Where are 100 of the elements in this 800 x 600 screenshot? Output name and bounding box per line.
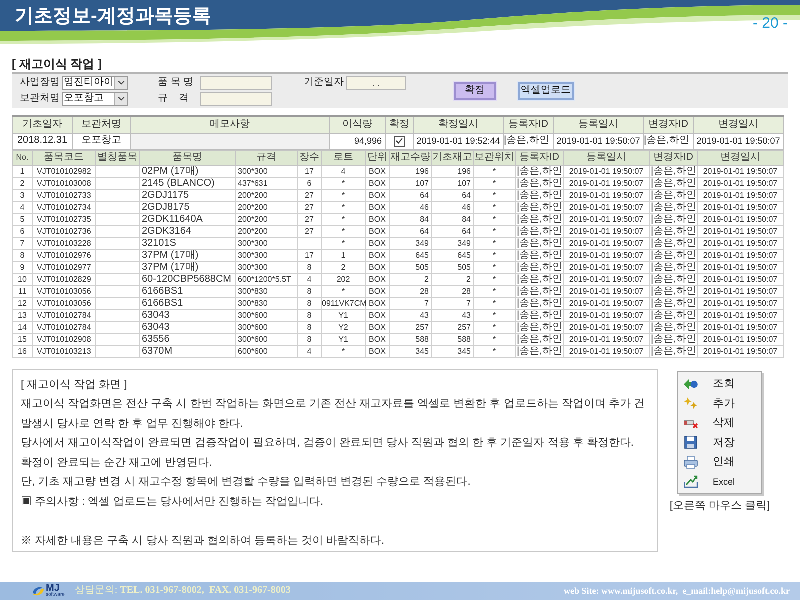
column-header: 로트 xyxy=(322,150,366,165)
column-header: 등록자ID xyxy=(504,116,554,133)
date-field[interactable]: . . xyxy=(346,76,406,90)
table-cell: 2019-01-01 19:50:07 xyxy=(554,133,644,149)
table-cell: |송은,하인 xyxy=(516,177,564,189)
table-cell: 63043 xyxy=(140,321,236,333)
column-header: 품목명 xyxy=(140,150,236,165)
table-cell: 37PM (17매) xyxy=(140,261,236,273)
column-header: 기초재고 xyxy=(432,150,474,165)
table-cell: 2019-01-01 19:50:07 xyxy=(698,177,784,189)
field-label: 보관처명 xyxy=(20,92,61,106)
page-number: - 20 - xyxy=(752,15,788,33)
table-cell: 64 xyxy=(390,225,432,237)
menu-item[interactable]: 저장 xyxy=(678,433,761,452)
description-text: 단, 기초 재고량 변경 시 재고수정 항목에 변경할 수량을 입력하면 변경된 수량으로 적용된다. xyxy=(21,475,472,490)
description-text: 재고이식 작업화면은 전산 구축 시 한번 작업하는 화면으로 기존 전산 재고자료를 엑셀로 변환한 후 업로드하는 작업이며 추가 건 발생시 당사로 연락 한 후 업무 진행해야 한다. xyxy=(21,397,646,432)
table-cell: BOX xyxy=(366,237,390,249)
table-cell: 2019-01-01 19:50:07 xyxy=(698,261,784,273)
table-cell: * xyxy=(474,225,516,237)
table-cell: |송은,하인 xyxy=(516,309,564,321)
column-header: 확정일시 xyxy=(414,116,504,133)
input-field[interactable] xyxy=(200,92,272,106)
table-cell: 10 xyxy=(12,273,32,285)
table-cell: 2019-01-01 19:50:07 xyxy=(698,189,784,201)
table-cell: 17 xyxy=(298,165,322,177)
table-cell: 2019-01-01 19:50:07 xyxy=(564,309,650,321)
table-cell: BOX xyxy=(366,297,390,309)
upload-button[interactable]: 엑셀업로드 xyxy=(518,82,574,100)
field-label: 기준일자 xyxy=(304,76,345,90)
table-cell: 43 xyxy=(390,309,432,321)
description-note: ※ 자세한 내용은 구축 시 당사 직원과 협의하여 등록하는 것이 바람직하다. xyxy=(21,534,386,548)
menu-item[interactable]: 삭제 xyxy=(678,414,761,433)
table-cell: 2 xyxy=(432,273,474,285)
table-cell: 300*300 xyxy=(236,261,298,273)
table-cell: 349 xyxy=(390,237,432,249)
table-cell: * xyxy=(474,213,516,225)
logo-text: MJ xyxy=(46,584,60,593)
table-cell: 60-120CBP5688CM xyxy=(140,273,236,285)
dropdown[interactable]: 영진티아이 xyxy=(62,76,128,90)
column-header: 변경자ID xyxy=(644,116,694,133)
table-cell: 2019-01-01 19:50:07 xyxy=(564,213,650,225)
table-cell: 6 xyxy=(298,177,322,189)
table-cell: 2019-01-01 19:50:07 xyxy=(694,133,784,149)
checkbox[interactable] xyxy=(394,136,405,146)
table-cell: 600*600 xyxy=(236,345,298,357)
table-cell: 2GDJ1175 xyxy=(140,189,236,201)
table-cell: |송은,하인 xyxy=(516,201,564,213)
table-cell: 6 xyxy=(12,225,32,237)
table-cell: 2 xyxy=(322,261,366,273)
tray-arrow-icon xyxy=(684,475,698,488)
menu-item[interactable]: 인쇄 xyxy=(678,452,761,472)
table-cell: * xyxy=(322,225,366,237)
column-header: 확정 xyxy=(386,116,414,133)
table-cell: BOX xyxy=(366,321,390,333)
checkmark-icon xyxy=(396,138,403,144)
column-header: No. xyxy=(12,150,32,165)
menu-item[interactable]: Excel xyxy=(678,472,761,492)
table-cell: BOX xyxy=(366,249,390,261)
table-cell: 2019-01-01 19:50:07 xyxy=(564,249,650,261)
table-cell: 300*600 xyxy=(236,321,298,333)
menu-item[interactable]: 추가 xyxy=(678,394,761,414)
table-cell: 8 xyxy=(298,321,322,333)
input-field[interactable] xyxy=(200,76,272,90)
table-cell: VJT010102976 xyxy=(32,249,96,261)
table-cell: * xyxy=(474,285,516,297)
table-cell: 196 xyxy=(432,165,474,177)
table-cell: 2GDJ8175 xyxy=(140,201,236,213)
table-cell: 4 xyxy=(12,201,32,213)
table-cell: 2019-01-01 19:50:07 xyxy=(564,201,650,213)
table-cell: BOX xyxy=(366,189,390,201)
column-header: 이식량 xyxy=(330,116,386,133)
dropdown[interactable]: 오포창고 xyxy=(62,92,128,106)
column-header: 규격 xyxy=(236,150,298,165)
table-cell: * xyxy=(322,237,366,249)
table-cell: * xyxy=(474,201,516,213)
table-cell: * xyxy=(322,213,366,225)
table-cell: BOX xyxy=(366,309,390,321)
confirm-button[interactable]: 확정 xyxy=(454,82,496,100)
table-cell: |송은,하인 xyxy=(650,201,698,213)
table-cell: 14 xyxy=(12,321,32,333)
table-cell: 8 xyxy=(12,249,32,261)
menu-item[interactable]: 조회 xyxy=(678,374,761,394)
table-cell: * xyxy=(474,309,516,321)
table-cell: 2019-01-01 19:50:07 xyxy=(698,201,784,213)
table-cell: 107 xyxy=(390,177,432,189)
table-cell: |송은,하인 xyxy=(516,273,564,285)
table-cell: 02PM (17매) xyxy=(140,165,236,177)
table-cell: BOX xyxy=(366,177,390,189)
table-cell: |송은,하인 xyxy=(650,249,698,261)
description-title: [ 재고이식 작업 화면 ] xyxy=(21,378,128,392)
table-cell: 2145 (BLANCO) xyxy=(140,177,236,189)
table-cell: |송은,하인 xyxy=(516,261,564,273)
table-cell: 94,996 xyxy=(330,133,386,149)
table-cell: 257 xyxy=(432,321,474,333)
table-cell: * xyxy=(474,249,516,261)
table-cell: 588 xyxy=(432,333,474,345)
table-cell: 345 xyxy=(390,345,432,357)
table-cell: |송은,하인 xyxy=(516,165,564,177)
table-cell: |송은,하인 xyxy=(516,237,564,249)
table-cell: 300*830 xyxy=(236,297,298,309)
